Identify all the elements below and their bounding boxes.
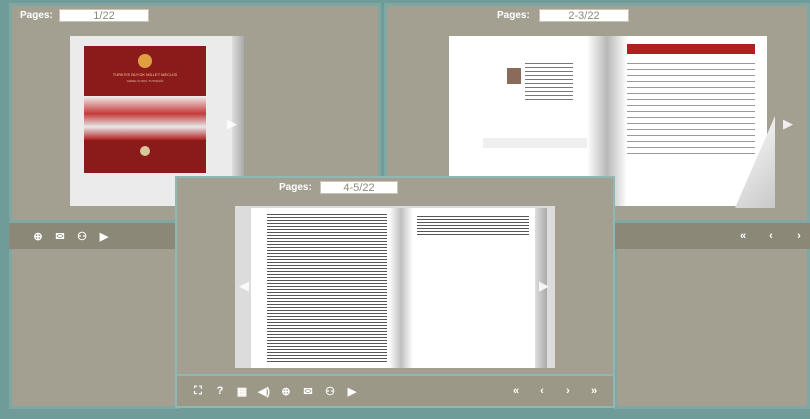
- right-lower-panel: [614, 249, 810, 409]
- page-number-input[interactable]: 1/22: [59, 9, 149, 22]
- text-column: [267, 212, 387, 362]
- share-icon[interactable]: ⚇: [319, 382, 341, 400]
- pages-label: Pages:: [279, 182, 312, 193]
- email-icon[interactable]: ✉: [49, 227, 71, 245]
- help-icon[interactable]: ?: [209, 382, 231, 400]
- text-column: [417, 214, 529, 236]
- zoom-in-icon[interactable]: ⊕: [27, 227, 49, 245]
- fullscreen-icon[interactable]: ⛶: [187, 382, 209, 400]
- last-page-icon[interactable]: »: [583, 382, 605, 400]
- text-block: [525, 60, 573, 100]
- prev-page-icon[interactable]: ‹: [531, 382, 553, 400]
- emblem-icon: [138, 54, 152, 68]
- sound-icon[interactable]: ◀): [253, 382, 275, 400]
- play-icon[interactable]: ▶: [341, 382, 363, 400]
- first-page-icon[interactable]: «: [505, 382, 527, 400]
- next-page-arrow[interactable]: ▶: [539, 278, 549, 294]
- play-icon[interactable]: ▶: [93, 227, 115, 245]
- front-toolbar: ⛶ ? ▦ ◀) ⊕ ✉ ⚇ ▶ « ‹ › »: [175, 376, 615, 408]
- right-spread-page[interactable]: [627, 36, 767, 206]
- email-icon[interactable]: ✉: [297, 382, 319, 400]
- pages-label: Pages:: [497, 10, 530, 21]
- prev-page-icon[interactable]: ‹: [760, 227, 782, 245]
- next-page-icon[interactable]: ›: [788, 227, 810, 245]
- seal-icon: [140, 146, 150, 156]
- left-lower-panel: [9, 249, 179, 409]
- left-toolbar: ⊕ ✉ ⚇ ▶: [9, 223, 179, 249]
- prev-page-arrow[interactable]: ◀: [239, 278, 249, 294]
- page-number-input[interactable]: 2-3/22: [539, 9, 629, 22]
- table-lines: [627, 58, 755, 158]
- page-number-input[interactable]: 4-5/22: [320, 181, 398, 194]
- front-viewer-panel: Pages: 4-5/22 ◀ ▶: [175, 176, 615, 376]
- spread-gutter: [389, 208, 413, 368]
- assembly-hall-image: [84, 96, 206, 140]
- next-page-icon[interactable]: ›: [557, 382, 579, 400]
- footer-strip: [483, 138, 598, 148]
- cover-subtitle: GENEL KURUL TUTANAĞI: [126, 79, 164, 83]
- right-text-page[interactable]: [413, 208, 535, 368]
- next-page-arrow[interactable]: ▶: [783, 116, 793, 132]
- left-text-page[interactable]: [251, 208, 401, 368]
- red-header-bar: [627, 44, 755, 54]
- cover-title: TÜRKİYE BÜYÜK MİLLET MECLİSİ: [112, 72, 178, 77]
- share-icon[interactable]: ⚇: [71, 227, 93, 245]
- thumbnails-icon[interactable]: ▦: [231, 382, 253, 400]
- right-toolbar: « ‹ ›: [614, 223, 810, 249]
- portrait-image: [507, 68, 521, 84]
- next-page-arrow[interactable]: ▶: [227, 116, 237, 132]
- cover-red-block: TÜRKİYE BÜYÜK MİLLET MECLİSİ GENEL KURUL…: [84, 46, 206, 173]
- pages-label: Pages:: [20, 10, 53, 21]
- prev-page-arrow[interactable]: ◀: [455, 116, 465, 132]
- first-page-icon[interactable]: «: [732, 227, 754, 245]
- zoom-in-icon[interactable]: ⊕: [275, 382, 297, 400]
